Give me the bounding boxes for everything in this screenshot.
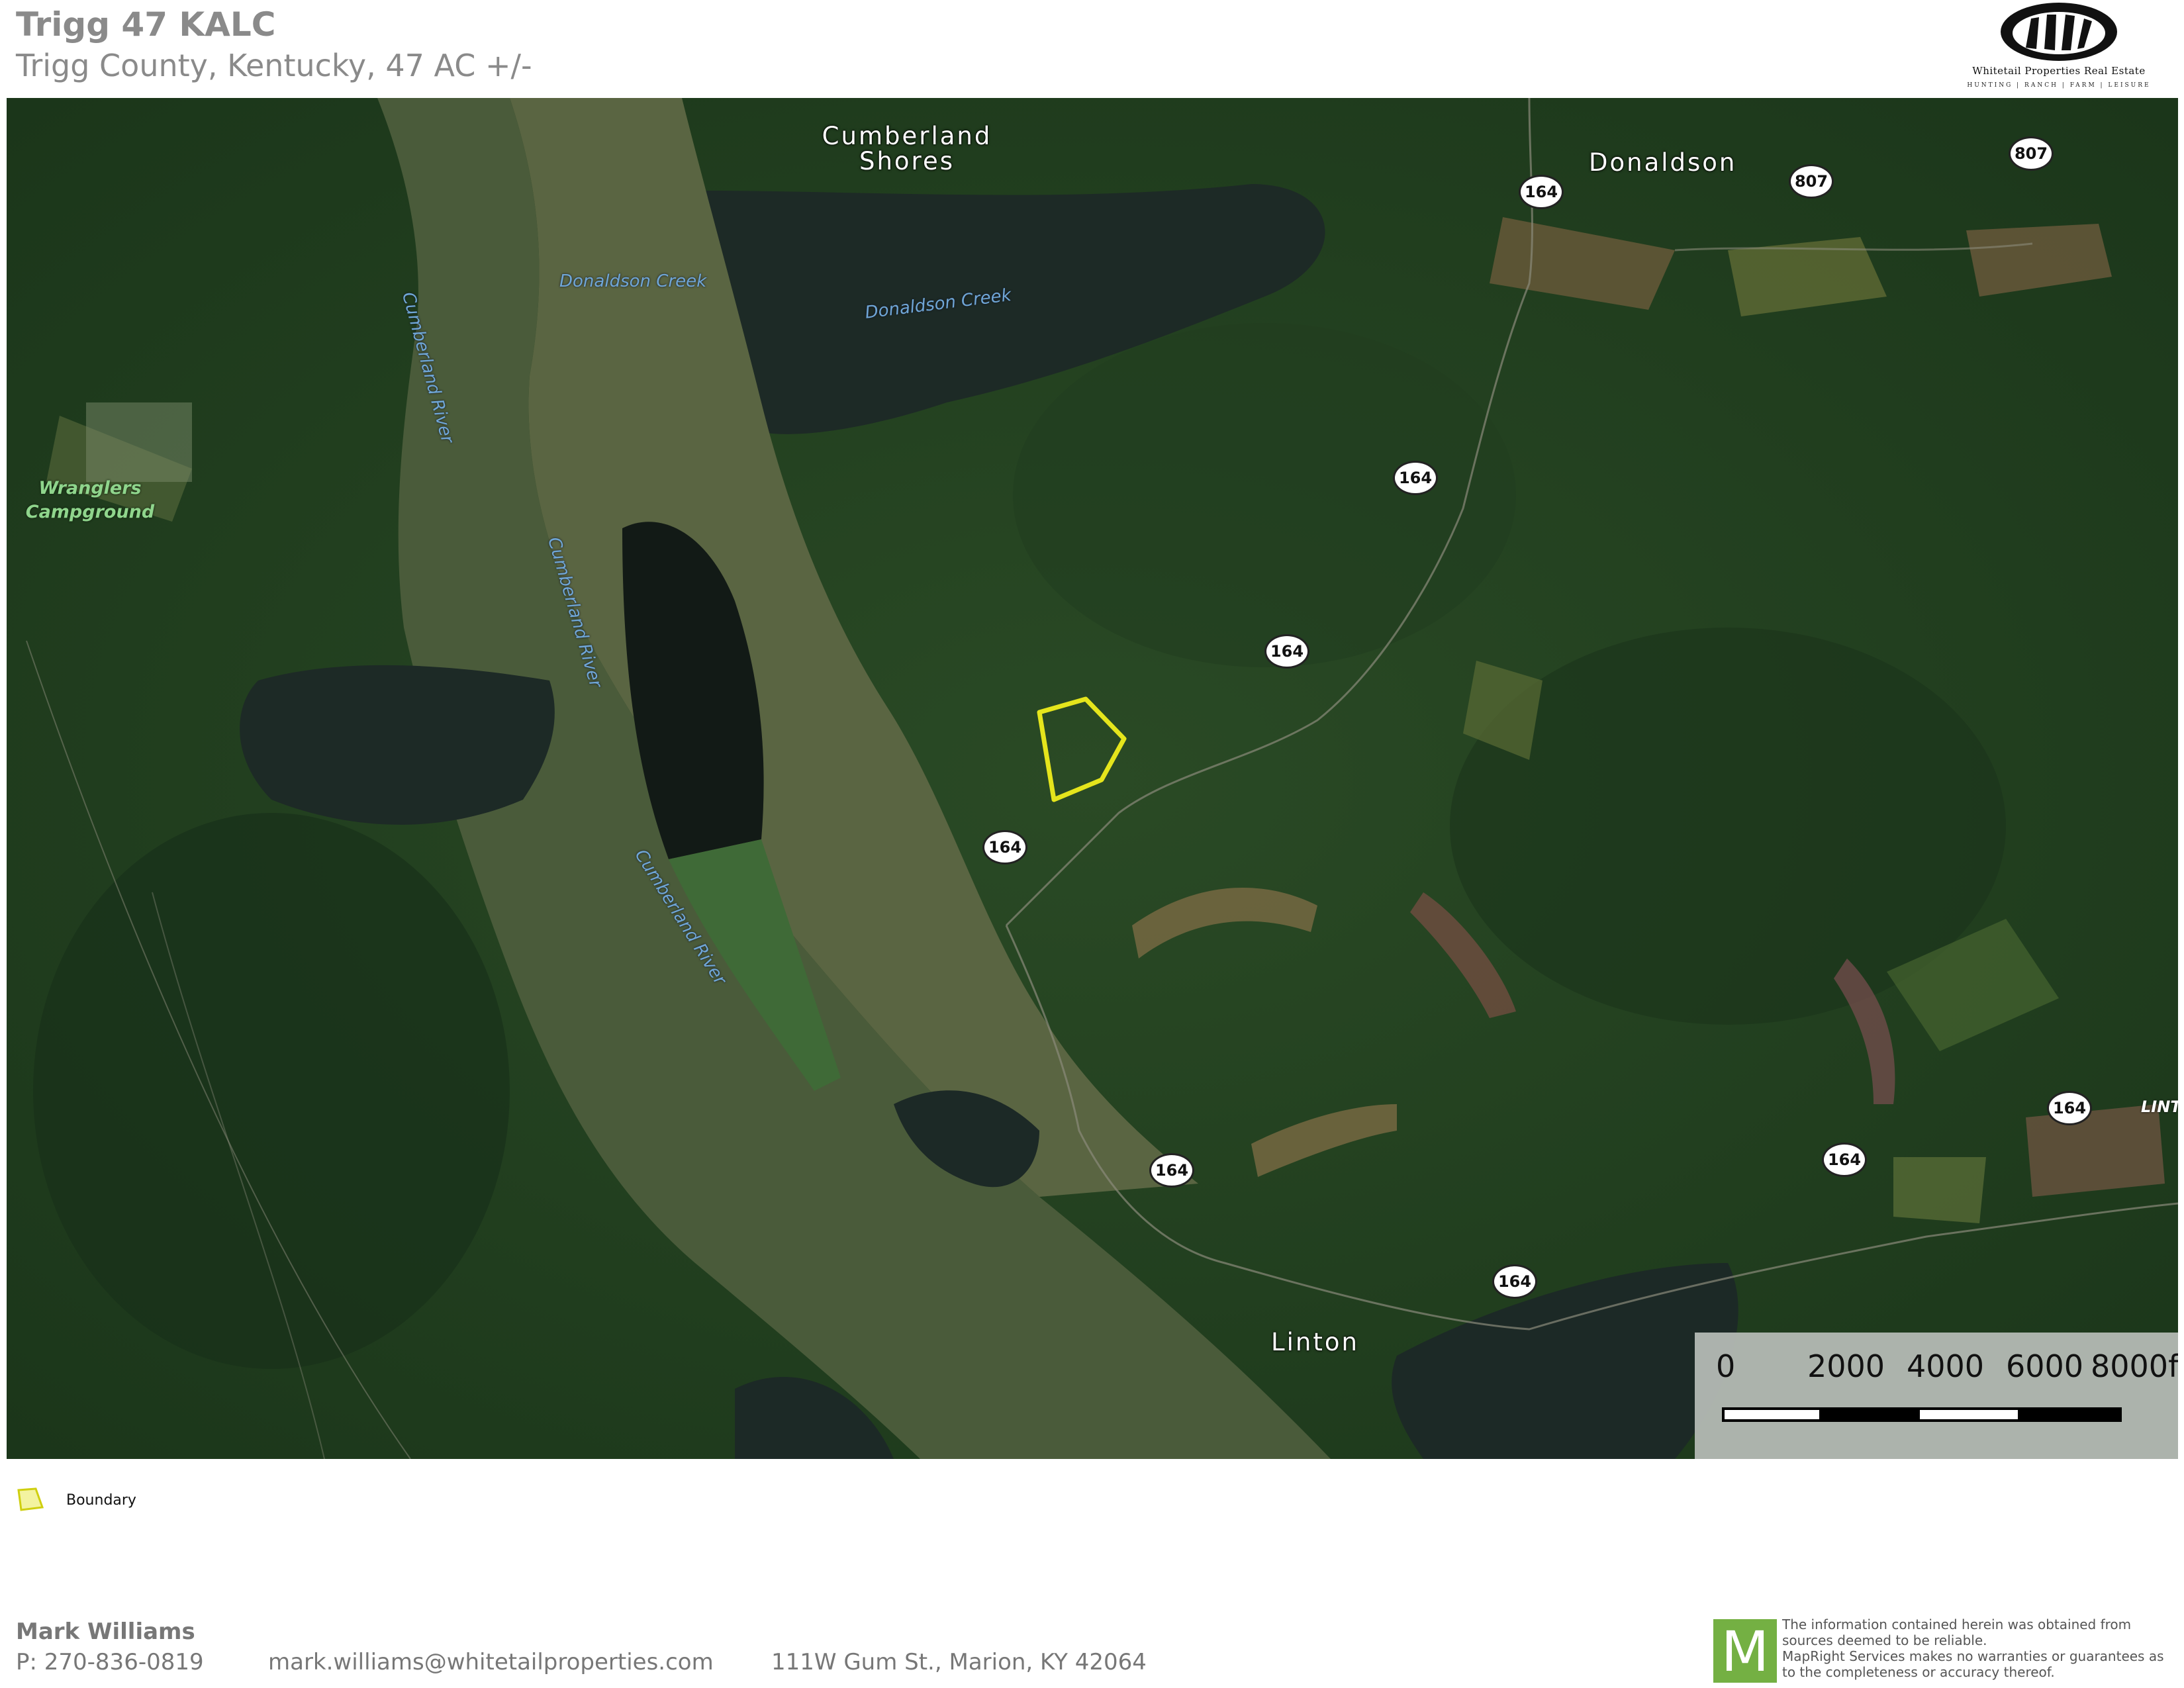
place-label: Cumberland — [822, 122, 992, 150]
route-164-shield: 164 — [1264, 634, 1309, 669]
western-bay-water — [240, 665, 555, 825]
water-label: Donaldson Creek — [559, 271, 707, 291]
scale-label: 0 — [1716, 1348, 1736, 1384]
agent-name: Mark Williams — [16, 1618, 195, 1645]
field — [1893, 1157, 1986, 1223]
route-164-shield: 164 — [1519, 175, 1564, 209]
agent-address: 111W Gum St., Marion, KY 42064 — [771, 1649, 1147, 1675]
agent-phone: P: 270-836-0819 — [16, 1649, 204, 1675]
poi-label: Wranglers — [38, 478, 142, 498]
satellite-map[interactable]: Cumberland Shores Donaldson Linton LINT … — [7, 98, 2178, 1459]
route-164-shield: 164 — [1822, 1143, 1867, 1177]
scale-ruler — [1722, 1407, 2122, 1422]
forest-patch — [1013, 323, 1516, 667]
scale-label: 6000 — [2006, 1348, 2084, 1384]
scale-label: 2000 — [1807, 1348, 1885, 1384]
field — [2026, 1104, 2165, 1197]
route-807-shield: 807 — [2009, 136, 2054, 171]
route-164-shield: 164 — [2047, 1091, 2092, 1125]
campground-area — [86, 402, 192, 482]
map-subtitle: Trigg County, Kentucky, 47 AC +/- — [16, 48, 532, 83]
map-imagery — [7, 98, 2178, 1459]
deer-track-icon — [2001, 3, 2117, 61]
place-label: LINT — [2141, 1098, 2178, 1116]
place-label: Shores — [859, 147, 955, 175]
logo-tagline: HUNTING | RANCH | FARM | LEISURE — [1967, 82, 2151, 89]
scale-bar: 0 2000 4000 6000 8000ft — [1695, 1333, 2178, 1459]
place-label: Donaldson — [1589, 148, 1737, 177]
mapright-logo-icon: M — [1713, 1619, 1777, 1684]
route-164-shield: 164 — [1149, 1153, 1194, 1188]
route-164-shield: 164 — [982, 830, 1027, 865]
agent-email[interactable]: mark.williams@whitetailproperties.com — [268, 1649, 714, 1675]
poi-label: Campground — [25, 502, 155, 522]
route-164-shield: 164 — [1492, 1264, 1537, 1299]
route-164-shield: 164 — [1393, 461, 1438, 495]
boundary-legend-icon — [17, 1487, 44, 1511]
place-label: Linton — [1271, 1328, 1359, 1356]
logo-text: Whitetail Properties Real Estate — [1972, 65, 2146, 77]
forest-patch — [33, 813, 510, 1369]
route-807-shield: 807 — [1789, 164, 1834, 199]
map-title: Trigg 47 KALC — [16, 5, 276, 44]
disclaimer-text: The information contained herein was obt… — [1782, 1617, 2164, 1680]
scale-label: 8000ft — [2091, 1348, 2178, 1384]
scale-label: 4000 — [1907, 1348, 1985, 1384]
whitetail-logo: Whitetail Properties Real Estate HUNTING… — [1946, 0, 2171, 97]
legend-label: Boundary — [66, 1492, 136, 1509]
